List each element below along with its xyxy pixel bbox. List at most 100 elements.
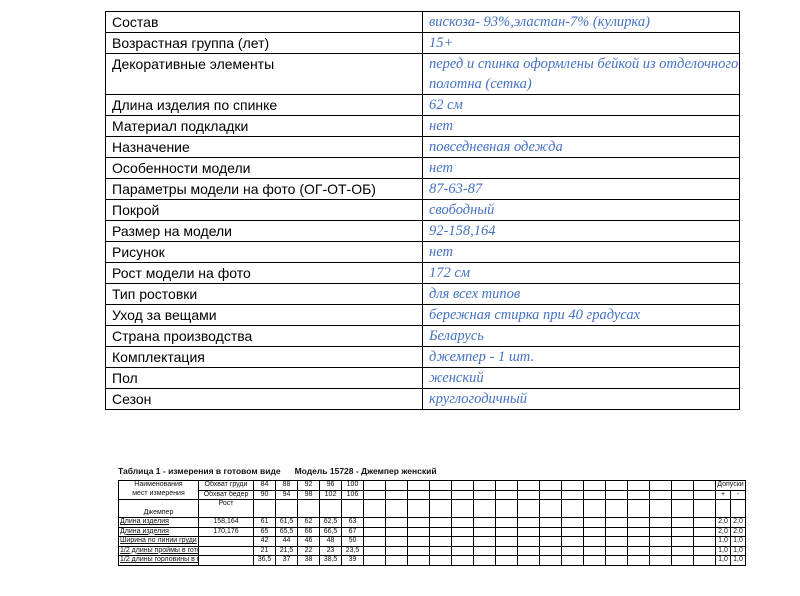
empty-cell	[517, 555, 540, 566]
empty-cell	[561, 489, 584, 500]
empty-cell	[451, 508, 474, 518]
empty-cell	[627, 489, 650, 500]
empty-cell	[539, 517, 562, 528]
empty-cell	[561, 480, 584, 491]
empty-cell	[319, 508, 342, 518]
spec-label: Уход за вещами	[105, 304, 423, 326]
empty-cell	[363, 526, 386, 537]
empty-cell	[451, 517, 474, 528]
product-label: Джемпер	[118, 508, 199, 518]
empty-cell	[539, 508, 562, 518]
spec-row: Длина изделия по спинке 62 см	[105, 94, 740, 116]
growth-value: 170,176	[198, 526, 254, 537]
spec-label: Рост модели на фото	[105, 262, 423, 284]
empty-cell	[473, 508, 496, 518]
size-value: 67	[341, 526, 364, 537]
empty-cell	[385, 555, 408, 566]
meas-header-growth: Рост	[118, 499, 746, 509]
chest-value: 96	[319, 480, 342, 491]
measurement-name: Длина изделия	[118, 517, 199, 528]
empty-cell	[539, 499, 562, 509]
empty-cell	[319, 499, 342, 509]
spec-label: Длина изделия по спинке	[105, 94, 423, 116]
chest-label: Обхват груди	[198, 480, 254, 491]
empty-cell	[671, 545, 694, 556]
empty-cell	[495, 517, 518, 528]
empty-cell	[429, 545, 452, 556]
empty-cell	[341, 508, 364, 518]
tolerance-plus-value: 1,0	[715, 555, 731, 566]
chest-value: 84	[253, 480, 276, 491]
empty-cell	[627, 545, 650, 556]
growth-value	[198, 545, 254, 556]
empty-cell	[495, 545, 518, 556]
measurements-model-title: Модель 15728 - Джемпер женский	[294, 466, 437, 476]
meas-data-row: Длина изделия 158,164 61 61,5 62 62,5 63 2,0 2,0	[118, 517, 746, 528]
size-value: 65,5	[275, 526, 298, 537]
spec-row: Возрастная группа (лет) 15+	[105, 32, 740, 54]
empty-cell	[407, 555, 430, 566]
empty-cell	[671, 517, 694, 528]
empty-cell	[473, 480, 496, 491]
empty-cell	[583, 480, 606, 491]
empty-cell	[473, 517, 496, 528]
hips-value: 94	[275, 489, 298, 500]
spec-value: нет	[422, 157, 740, 179]
empty-cell	[495, 489, 518, 500]
empty-cell	[671, 499, 694, 509]
empty-cell	[363, 536, 386, 547]
height-label: Рост	[198, 499, 254, 509]
growth-value	[198, 536, 254, 547]
empty-cell	[649, 508, 672, 518]
size-value: 21	[253, 545, 276, 556]
empty-cell	[473, 536, 496, 547]
empty-cell	[517, 517, 540, 528]
empty-cell	[693, 489, 716, 500]
empty-cell	[649, 517, 672, 528]
empty-cell	[297, 508, 320, 518]
empty-cell	[429, 517, 452, 528]
meas-data-row: Длина изделия 170,176 65 65,5 66 66,5 67 2,0 2,0	[118, 526, 746, 537]
empty-cell	[429, 508, 452, 518]
empty-cell	[583, 517, 606, 528]
empty-cell	[451, 499, 474, 509]
size-value: 39	[341, 555, 364, 566]
spec-value: для всех типов	[422, 283, 740, 305]
empty-cell	[561, 526, 584, 537]
spec-row: Комплектация джемпер - 1 шт.	[105, 346, 740, 368]
spec-label: Состав	[105, 11, 423, 33]
spec-value: 87-63-87	[422, 178, 740, 200]
empty-cell	[385, 489, 408, 500]
empty-cell	[198, 508, 254, 518]
empty-cell	[407, 526, 430, 537]
empty-cell	[627, 517, 650, 528]
size-value: 61	[253, 517, 276, 528]
measurements-table-title: Таблица 1 - измерения в готовом виде	[118, 466, 281, 476]
empty-cell	[385, 508, 408, 518]
size-value: 37	[275, 555, 298, 566]
empty-cell	[385, 480, 408, 491]
empty-cell	[451, 489, 474, 500]
empty-cell	[730, 508, 746, 518]
empty-cell	[451, 480, 474, 491]
hips-value: 90	[253, 489, 276, 500]
empty-cell	[407, 480, 430, 491]
spec-value: Беларусь	[422, 325, 740, 347]
meas-data-row: 1/2 длины горловины в гото 36,5373838,539…	[118, 555, 746, 566]
tolerance-label: Допуски	[715, 480, 746, 490]
empty-cell	[297, 499, 320, 509]
empty-cell	[693, 517, 716, 528]
empty-cell	[671, 489, 694, 500]
empty-cell	[495, 555, 518, 566]
empty-cell	[605, 480, 628, 491]
empty-cell	[539, 536, 562, 547]
empty-cell	[693, 499, 716, 509]
empty-cell	[407, 508, 430, 518]
empty-cell	[539, 489, 562, 500]
empty-cell	[583, 499, 606, 509]
empty-cell	[363, 517, 386, 528]
empty-cell	[385, 526, 408, 537]
tolerance-minus: -	[730, 489, 746, 500]
spec-label: Возрастная группа (лет)	[105, 32, 423, 54]
size-value: 63	[341, 517, 364, 528]
